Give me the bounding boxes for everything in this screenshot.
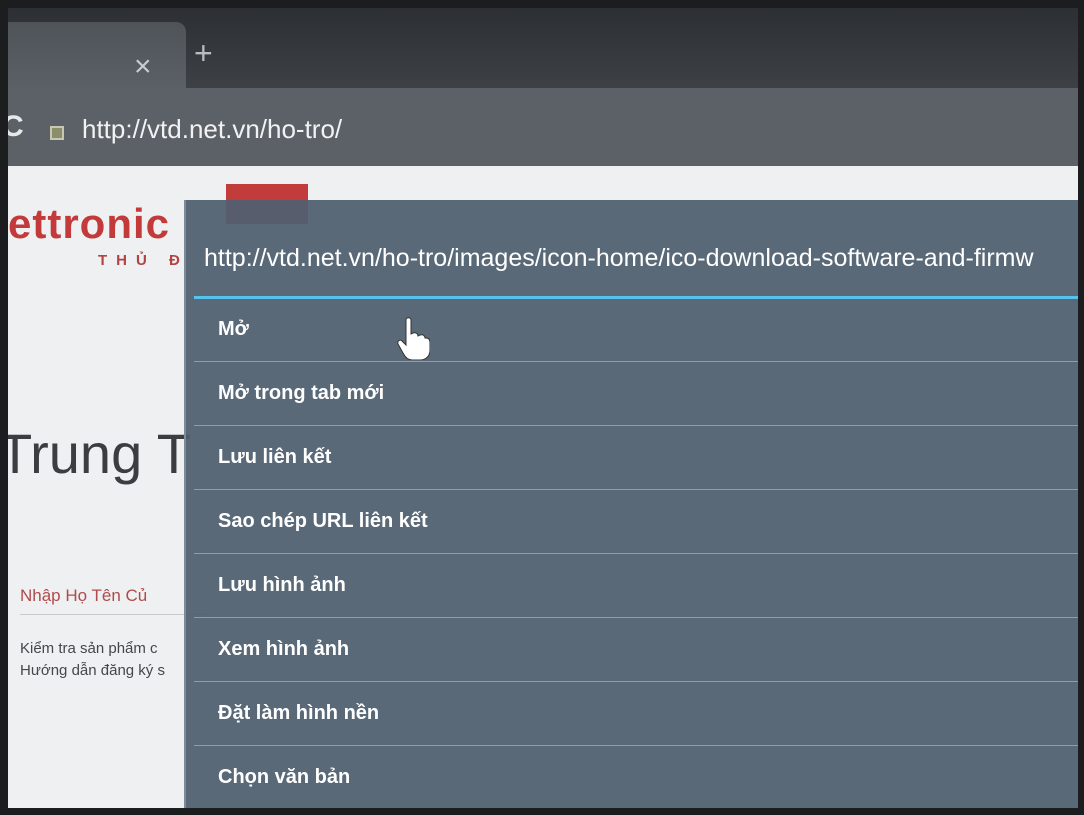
context-menu: http://vtd.net.vn/ho-tro/images/icon-hom… — [184, 200, 1078, 808]
menu-item-label: Đặt làm hình nền — [218, 702, 380, 724]
menu-item-save-link[interactable]: Lưu liên kết — [194, 428, 1078, 490]
menu-item-label: Mở — [218, 318, 249, 340]
hand-cursor-icon — [397, 317, 430, 360]
support-link-registration-guide[interactable]: Hướng dẫn đăng ký s — [20, 662, 165, 679]
menu-item-view-image[interactable]: Xem hình ảnh — [194, 620, 1078, 682]
menu-item-copy-link-url[interactable]: Sao chép URL liên kết — [194, 492, 1078, 554]
menu-item-set-wallpaper[interactable]: Đặt làm hình nền — [194, 684, 1078, 746]
site-favicon-icon — [50, 126, 64, 140]
page-heading: Trung T — [8, 422, 191, 485]
context-menu-title-url: http://vtd.net.vn/ho-tro/images/icon-hom… — [204, 244, 1034, 272]
address-bar[interactable]: C http://vtd.net.vn/ho-tro/ — [8, 88, 1078, 166]
support-link-check-product[interactable]: Kiểm tra sản phẩm c — [20, 640, 158, 657]
name-input-underline — [20, 614, 210, 615]
menu-item-label: Mở trong tab mới — [218, 382, 385, 404]
menu-item-label: Xem hình ảnh — [218, 638, 350, 660]
site-logo[interactable]: ettronic — [8, 200, 170, 248]
url-text[interactable]: http://vtd.net.vn/ho-tro/ — [82, 114, 342, 145]
menu-item-label: Chọn văn bản — [218, 766, 351, 788]
menu-item-label: Lưu liên kết — [218, 446, 332, 468]
browser-screen: × + C http://vtd.net.vn/ho-tro/ ettronic… — [8, 8, 1078, 808]
reload-icon[interactable]: C — [8, 110, 24, 144]
menu-item-label: Sao chép URL liên kết — [218, 510, 428, 532]
device-frame: × + C http://vtd.net.vn/ho-tro/ ettronic… — [0, 0, 1084, 815]
menu-item-open-new-tab[interactable]: Mở trong tab mới — [194, 364, 1078, 426]
menu-item-label: Lưu hình ảnh — [218, 574, 346, 596]
site-logo-subtitle: THỦ Đ — [98, 252, 189, 269]
close-tab-icon[interactable]: × — [134, 52, 152, 82]
name-input-placeholder[interactable]: Nhập Họ Tên Củ — [20, 586, 147, 606]
browser-tab[interactable]: × — [8, 22, 186, 88]
menu-item-save-image[interactable]: Lưu hình ảnh — [194, 556, 1078, 618]
tab-strip: × + — [8, 8, 1078, 88]
menu-item-open[interactable]: Mở — [194, 300, 1078, 362]
menu-item-select-text[interactable]: Chọn văn bản — [194, 748, 1078, 808]
context-menu-divider — [194, 296, 1078, 299]
new-tab-button[interactable]: + — [194, 37, 213, 69]
